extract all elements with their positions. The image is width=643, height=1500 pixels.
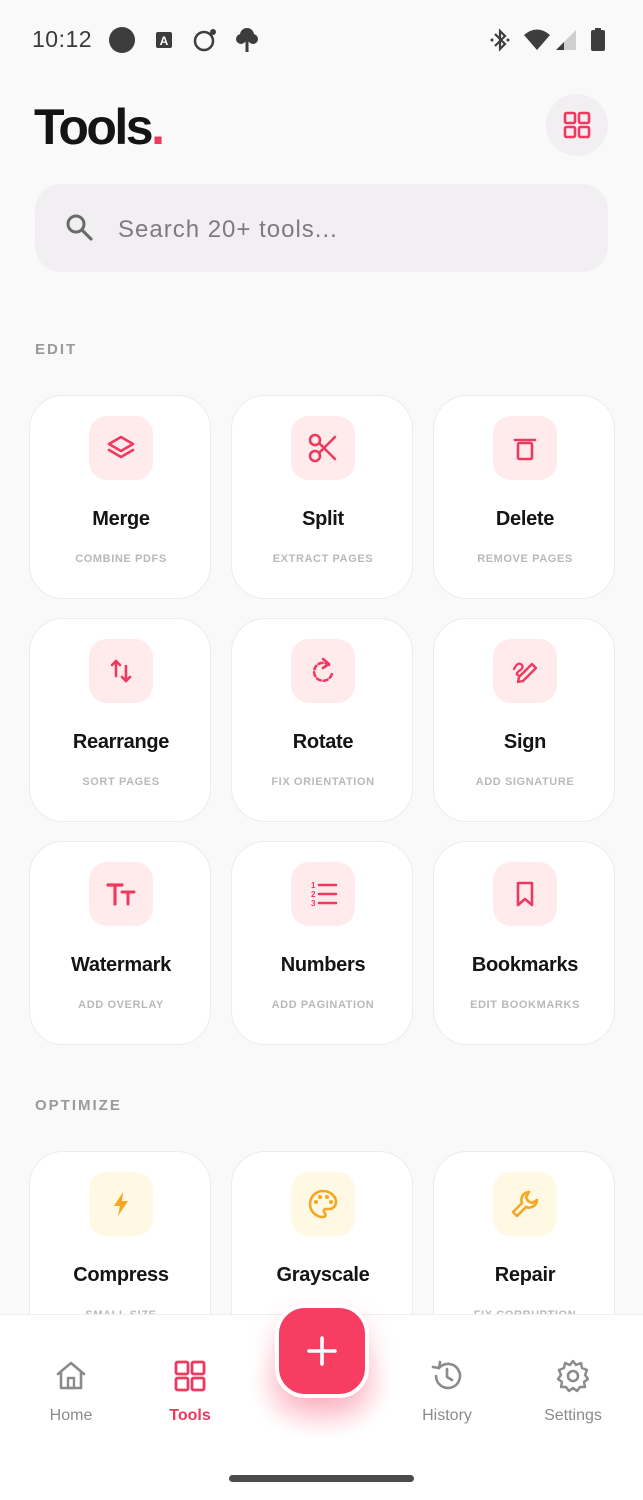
grid-icon xyxy=(174,1360,206,1392)
history-icon xyxy=(431,1360,462,1390)
tool-title: Merge xyxy=(92,508,150,530)
swap-vertical-icon xyxy=(110,659,132,683)
page-title: Tools. xyxy=(34,98,165,156)
signature-pen-icon xyxy=(512,662,538,684)
card-icon-bg xyxy=(291,416,355,480)
tool-card-rearrange[interactable]: Rearrange SORT PAGES xyxy=(29,618,211,822)
card-icon-bg xyxy=(89,1172,153,1236)
tool-title: Repair xyxy=(494,1264,556,1286)
tool-card-sign[interactable]: Sign ADD SIGNATURE xyxy=(433,618,615,822)
rotate-icon xyxy=(312,657,334,683)
tool-subtitle: EXTRACT PAGES xyxy=(272,553,374,565)
status-bar: 10:12 A xyxy=(0,0,643,80)
nav-item-tools[interactable]: Tools xyxy=(130,1358,250,1425)
tool-subtitle: SORT PAGES xyxy=(82,776,160,788)
card-icon-bg: 1 2 3 xyxy=(291,862,355,926)
grid-view-button[interactable] xyxy=(546,94,608,156)
search-icon xyxy=(66,214,93,241)
card-icon-bg xyxy=(493,1172,557,1236)
tool-title: Compress xyxy=(73,1264,169,1286)
card-icon-bg xyxy=(493,639,557,703)
grid-view-icon xyxy=(563,111,591,139)
tool-title: Delete xyxy=(495,508,555,530)
card-icon-bg xyxy=(89,862,153,926)
tool-title: Rotate xyxy=(292,731,354,753)
tool-subtitle: ADD PAGINATION xyxy=(271,999,375,1011)
tool-card-merge[interactable]: Merge COMBINE PDFS xyxy=(29,395,211,599)
tool-subtitle: ADD SIGNATURE xyxy=(475,776,575,788)
nav-item-settings[interactable]: Settings xyxy=(513,1358,633,1425)
numbered-list-icon: 1 2 3 xyxy=(311,881,338,908)
wrench-icon xyxy=(511,1190,539,1218)
tool-subtitle: FIX ORIENTATION xyxy=(271,776,375,788)
card-icon-bg xyxy=(291,639,355,703)
keyboard-a-icon: A xyxy=(156,32,172,48)
nav-item-history[interactable]: History xyxy=(387,1358,507,1425)
svg-text:A: A xyxy=(160,34,169,48)
battery-icon xyxy=(591,28,605,51)
signal-icon xyxy=(556,30,576,50)
text-size-icon xyxy=(106,883,136,906)
tool-title: Rearrange xyxy=(72,731,170,753)
gear-icon xyxy=(556,1359,590,1393)
record-circle-icon xyxy=(109,27,135,53)
nav-label: History xyxy=(422,1407,472,1424)
palette-icon xyxy=(308,1189,338,1219)
section-label-edit: EDIT xyxy=(35,341,78,358)
nav-label: Home xyxy=(49,1407,93,1424)
lightning-icon xyxy=(114,1192,128,1216)
bluetooth-icon xyxy=(490,28,510,52)
card-icon-bg xyxy=(493,862,557,926)
page-title-dot: . xyxy=(151,99,165,155)
home-icon xyxy=(56,1361,86,1390)
card-icon-bg xyxy=(89,416,153,480)
tool-card-delete[interactable]: Delete REMOVE PAGES xyxy=(433,395,615,599)
card-icon-bg xyxy=(89,639,153,703)
home-indicator[interactable] xyxy=(229,1475,414,1482)
tool-card-bookmarks[interactable]: Bookmarks EDIT BOOKMARKS xyxy=(433,841,615,1045)
svg-text:3: 3 xyxy=(311,899,316,908)
status-time: 10:12 xyxy=(32,26,93,52)
plus-icon xyxy=(307,1336,337,1366)
tool-subtitle: ADD OVERLAY xyxy=(78,999,164,1011)
tool-subtitle: COMBINE PDFS xyxy=(75,553,167,565)
tool-title: Watermark xyxy=(71,954,171,976)
tool-title: Bookmarks xyxy=(471,954,579,976)
svg-text:1: 1 xyxy=(311,881,316,890)
tool-title: Grayscale xyxy=(276,1264,370,1286)
add-fab-button[interactable] xyxy=(275,1304,369,1398)
tool-card-numbers[interactable]: 1 2 3 Numbers ADD PAGINATION xyxy=(231,841,413,1045)
chat-bubble-icon xyxy=(193,29,216,52)
tool-card-split[interactable]: Split EXTRACT PAGES xyxy=(231,395,413,599)
section-label-optimize: OPTIMIZE xyxy=(35,1097,122,1114)
tool-subtitle: EDIT BOOKMARKS xyxy=(470,999,580,1011)
bookmark-icon xyxy=(516,881,534,907)
layers-icon xyxy=(107,435,135,459)
nav-label: Tools xyxy=(169,1407,211,1424)
card-icon-bg xyxy=(291,1172,355,1236)
svg-text:2: 2 xyxy=(311,890,316,899)
tool-title: Numbers xyxy=(280,954,366,976)
page-title-text: Tools xyxy=(34,99,154,155)
tool-title: Split xyxy=(302,508,344,530)
scissors-icon xyxy=(308,433,337,463)
card-icon-bg xyxy=(493,416,557,480)
nav-item-home[interactable]: Home xyxy=(11,1358,131,1425)
tool-title: Sign xyxy=(503,731,547,753)
wifi-icon xyxy=(524,29,550,50)
tool-subtitle: REMOVE PAGES xyxy=(477,553,573,565)
trash-icon xyxy=(513,438,537,461)
tool-card-watermark[interactable]: Watermark ADD OVERLAY xyxy=(29,841,211,1045)
tree-icon xyxy=(236,28,258,52)
nav-label: Settings xyxy=(544,1407,602,1424)
search-input[interactable] xyxy=(118,208,578,252)
tool-card-rotate[interactable]: Rotate FIX ORIENTATION xyxy=(231,618,413,822)
